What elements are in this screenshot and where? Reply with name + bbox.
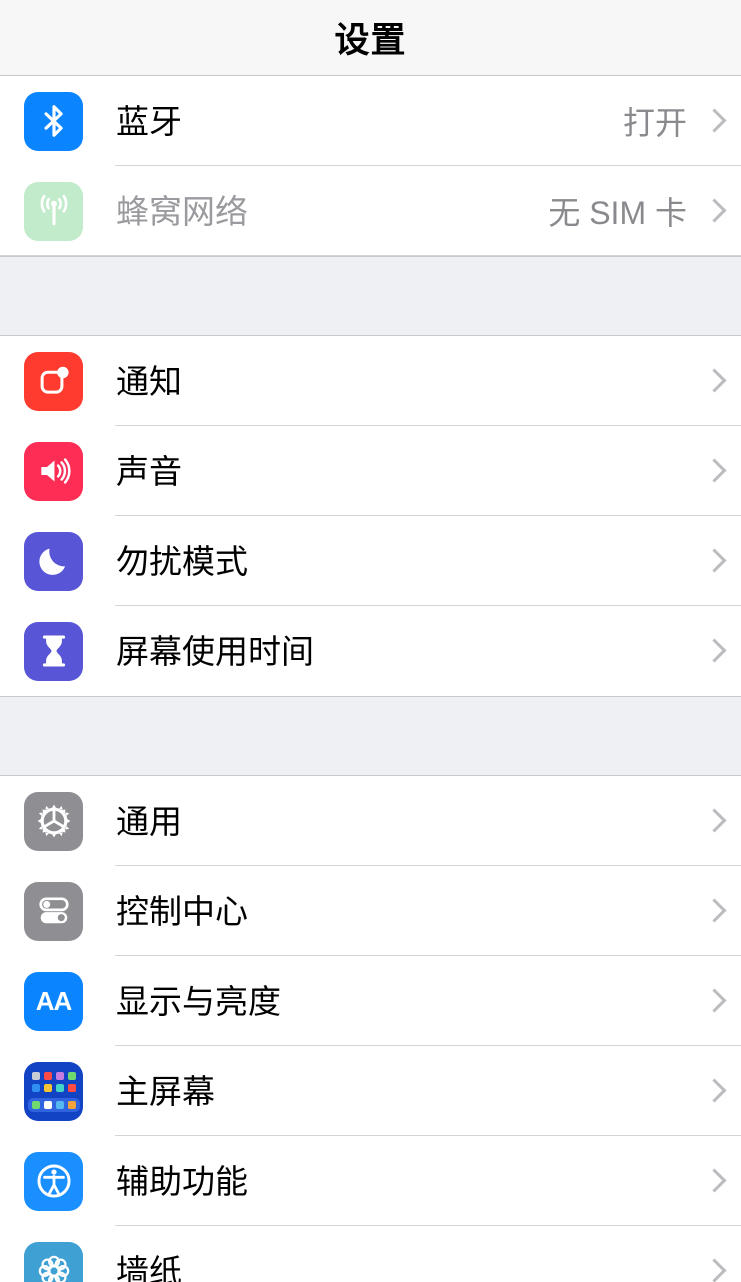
row-accessory	[705, 459, 741, 483]
accessibility-icon	[24, 1152, 83, 1211]
flower-icon	[24, 1242, 83, 1282]
row-accessory	[705, 549, 741, 573]
settings-row-cellular[interactable]: 蜂窝网络 无 SIM 卡	[0, 166, 741, 256]
app-grid-cell	[44, 1084, 52, 1092]
settings-row-control-center[interactable]: 控制中心	[0, 866, 741, 956]
toggles-icon	[24, 882, 83, 941]
settings-row-label: 显示与亮度	[116, 985, 281, 1018]
app-grid-cell	[32, 1101, 40, 1109]
app-grid-cell	[56, 1101, 64, 1109]
row-accessory	[705, 1259, 741, 1282]
row-accessory	[705, 899, 741, 923]
settings-row-wallpaper[interactable]: 墙纸	[0, 1226, 741, 1282]
chevron-right-icon	[705, 639, 719, 663]
app-grid-row	[32, 1072, 76, 1080]
settings-row-value: 打开	[623, 98, 687, 144]
row-accessory	[705, 369, 741, 393]
settings-row-label: 墙纸	[116, 1255, 182, 1282]
app-grid-cell	[56, 1084, 64, 1092]
row-accessory	[705, 809, 741, 833]
gear-icon	[24, 792, 83, 851]
settings-row-label: 主屏幕	[116, 1075, 215, 1108]
app-grid-dock-row	[28, 1098, 80, 1112]
settings-row-label: 蓝牙	[116, 105, 182, 138]
settings-row-screen-time[interactable]: 屏幕使用时间	[0, 606, 741, 696]
page-title: 设置	[334, 12, 406, 63]
row-accessory	[705, 639, 741, 663]
chevron-right-icon	[705, 899, 719, 923]
app-grid-cell	[68, 1072, 76, 1080]
chevron-right-icon	[705, 989, 719, 1013]
section-gap-1	[0, 256, 741, 336]
navigation-bar: 设置	[0, 0, 741, 76]
section-gap-2	[0, 696, 741, 776]
app-grid-cell	[32, 1084, 40, 1092]
settings-row-label: 辅助功能	[116, 1165, 248, 1198]
settings-row-do-not-disturb[interactable]: 勿扰模式	[0, 516, 741, 606]
settings-row-home-screen[interactable]: 主屏幕	[0, 1046, 741, 1136]
app-grid-cell	[44, 1072, 52, 1080]
app-grid-cell	[68, 1101, 76, 1109]
settings-group-system: 通用 控制中心 AA	[0, 776, 741, 1282]
row-accessory	[705, 989, 741, 1013]
chevron-right-icon	[705, 549, 719, 573]
chevron-right-icon	[705, 1169, 719, 1193]
app-grid-cell	[56, 1072, 64, 1080]
settings-row-label: 蜂窝网络	[116, 195, 248, 228]
settings-group-alerts: 通知 声音	[0, 336, 741, 696]
app-grid-cell	[44, 1101, 52, 1109]
notifications-icon	[24, 352, 83, 411]
chevron-right-icon	[705, 1079, 719, 1103]
row-accessory	[705, 1079, 741, 1103]
settings-screen: 设置 蓝牙 打开	[0, 0, 741, 1282]
settings-row-label: 屏幕使用时间	[116, 635, 314, 668]
chevron-right-icon	[705, 109, 719, 133]
sounds-icon	[24, 442, 83, 501]
row-accessory: 打开	[623, 98, 741, 144]
settings-row-notifications[interactable]: 通知	[0, 336, 741, 426]
aa-text-icon: AA	[24, 972, 83, 1031]
app-grid-artwork	[24, 1062, 83, 1121]
cellular-icon	[24, 182, 83, 241]
settings-row-bluetooth[interactable]: 蓝牙 打开	[0, 76, 741, 166]
app-grid-icon	[24, 1062, 83, 1121]
app-grid-cell	[68, 1084, 76, 1092]
settings-row-general[interactable]: 通用	[0, 776, 741, 866]
chevron-right-icon	[705, 459, 719, 483]
moon-icon	[24, 532, 83, 591]
settings-row-accessibility[interactable]: 辅助功能	[0, 1136, 741, 1226]
settings-row-value: 无 SIM 卡	[548, 188, 687, 234]
app-grid-row	[32, 1084, 76, 1092]
aa-text-label: AA	[36, 986, 72, 1017]
settings-row-label: 控制中心	[116, 895, 248, 928]
settings-row-label: 通用	[116, 805, 182, 838]
settings-row-label: 声音	[116, 455, 182, 488]
row-separator	[0, 255, 741, 256]
row-accessory: 无 SIM 卡	[548, 188, 741, 234]
chevron-right-icon	[705, 809, 719, 833]
settings-group-connectivity: 蓝牙 打开 蜂窝网络 无 SIM 卡	[0, 76, 741, 256]
app-grid-cell	[32, 1072, 40, 1080]
row-accessory	[705, 1169, 741, 1193]
settings-row-display-brightness[interactable]: AA 显示与亮度	[0, 956, 741, 1046]
hourglass-icon	[24, 622, 83, 681]
chevron-right-icon	[705, 369, 719, 393]
settings-row-label: 勿扰模式	[116, 545, 248, 578]
chevron-right-icon	[705, 1259, 719, 1282]
chevron-right-icon	[705, 199, 719, 223]
settings-row-sounds[interactable]: 声音	[0, 426, 741, 516]
bluetooth-icon	[24, 92, 83, 151]
settings-row-label: 通知	[116, 365, 182, 398]
